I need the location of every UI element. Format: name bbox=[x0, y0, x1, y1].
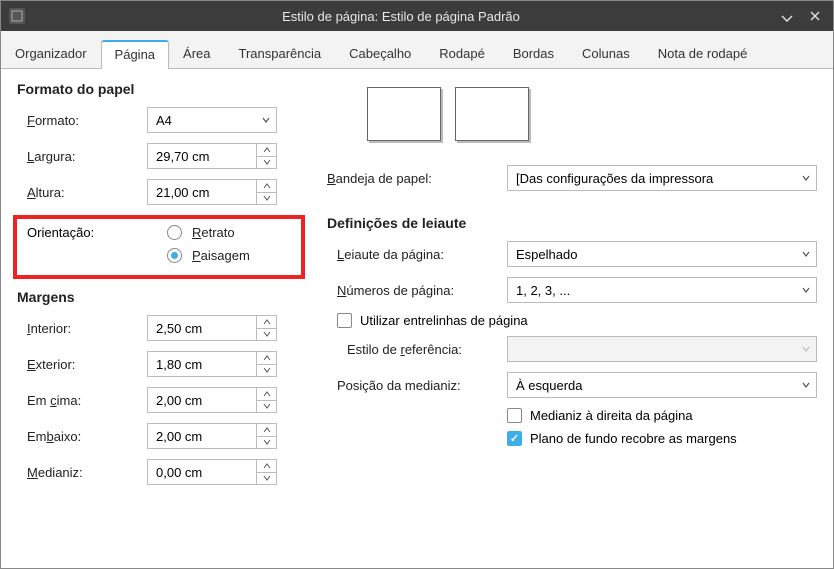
outer-label: Exterior: bbox=[17, 357, 147, 372]
tab-pagina[interactable]: Página bbox=[101, 40, 169, 69]
width-step-down[interactable] bbox=[257, 157, 276, 169]
gutter-label: Medianiz: bbox=[17, 465, 147, 480]
tab-organizador[interactable]: Organizador bbox=[1, 39, 101, 68]
chevron-down-icon bbox=[802, 345, 810, 353]
landscape-radio[interactable] bbox=[167, 248, 182, 263]
tab-nota[interactable]: Nota de rodapé bbox=[644, 39, 762, 68]
app-icon bbox=[9, 8, 25, 24]
gutter-step-up[interactable] bbox=[257, 460, 276, 473]
width-value: 29,70 cm bbox=[156, 149, 209, 164]
tab-bar: Organizador Página Área Transparência Ca… bbox=[1, 31, 833, 69]
window-title: Estilo de página: Estilo de página Padrã… bbox=[33, 9, 769, 24]
top-step-down[interactable] bbox=[257, 401, 276, 413]
top-value: 2,00 cm bbox=[156, 393, 202, 408]
titlebar: Estilo de página: Estilo de página Padrã… bbox=[1, 1, 833, 31]
inner-step-up[interactable] bbox=[257, 316, 276, 329]
tab-colunas[interactable]: Colunas bbox=[568, 39, 644, 68]
bottom-value: 2,00 cm bbox=[156, 429, 202, 444]
outer-step-down[interactable] bbox=[257, 365, 276, 377]
numbers-value: 1, 2, 3, ... bbox=[516, 283, 570, 298]
gutter-pos-select[interactable]: À esquerda bbox=[507, 372, 817, 398]
preview-left-page bbox=[367, 87, 441, 141]
page-preview bbox=[367, 87, 817, 141]
inner-spinner[interactable]: 2,50 cm bbox=[147, 315, 277, 341]
format-value: A4 bbox=[156, 113, 172, 128]
paper-section-title: Formato do papel bbox=[17, 81, 297, 97]
ref-style-label: Estilo de referência: bbox=[327, 342, 507, 357]
gutter-spinner[interactable]: 0,00 cm bbox=[147, 459, 277, 485]
gutter-pos-value: À esquerda bbox=[516, 378, 583, 393]
bottom-label: Embaixo: bbox=[17, 429, 147, 444]
tray-value: [Das configurações da impressora bbox=[516, 171, 713, 186]
page-layout-label: Leiaute da página: bbox=[327, 247, 507, 262]
width-step-up[interactable] bbox=[257, 144, 276, 157]
gutter-right-label[interactable]: Medianiz à direita da página bbox=[530, 408, 693, 423]
top-spinner[interactable]: 2,00 cm bbox=[147, 387, 277, 413]
ref-style-select bbox=[507, 336, 817, 362]
numbers-label: Números de página: bbox=[327, 283, 507, 298]
height-value: 21,00 cm bbox=[156, 185, 209, 200]
format-label: Formato: bbox=[17, 113, 147, 128]
gutter-step-down[interactable] bbox=[257, 473, 276, 485]
height-spinner[interactable]: 21,00 cm bbox=[147, 179, 277, 205]
tab-area[interactable]: Área bbox=[169, 39, 224, 68]
top-label: Em cima: bbox=[17, 393, 147, 408]
height-step-down[interactable] bbox=[257, 193, 276, 205]
outer-step-up[interactable] bbox=[257, 352, 276, 365]
bg-cover-label[interactable]: Plano de fundo recobre as margens bbox=[530, 431, 737, 446]
tab-bordas[interactable]: Bordas bbox=[499, 39, 568, 68]
inner-label: Interior: bbox=[17, 321, 147, 336]
top-step-up[interactable] bbox=[257, 388, 276, 401]
orientation-label: Orientação: bbox=[27, 225, 157, 240]
minimize-button[interactable] bbox=[777, 6, 797, 26]
chevron-down-icon bbox=[802, 286, 810, 294]
width-label: Largura: bbox=[17, 149, 147, 164]
close-button[interactable] bbox=[805, 6, 825, 26]
bottom-step-up[interactable] bbox=[257, 424, 276, 437]
page-layout-select[interactable]: Espelhado bbox=[507, 241, 817, 267]
inner-step-down[interactable] bbox=[257, 329, 276, 341]
format-select[interactable]: A4 bbox=[147, 107, 277, 133]
register-label[interactable]: Utilizar entrelinhas de página bbox=[360, 313, 528, 328]
tab-rodape[interactable]: Rodapé bbox=[425, 39, 499, 68]
register-checkbox[interactable] bbox=[337, 313, 352, 328]
portrait-radio[interactable] bbox=[167, 225, 182, 240]
preview-right-page bbox=[455, 87, 529, 141]
landscape-label[interactable]: Paisagem bbox=[192, 248, 250, 263]
bg-cover-checkbox[interactable] bbox=[507, 431, 522, 446]
chevron-down-icon bbox=[802, 174, 810, 182]
tab-transparencia[interactable]: Transparência bbox=[225, 39, 336, 68]
tab-cabecalho[interactable]: Cabeçalho bbox=[335, 39, 425, 68]
outer-value: 1,80 cm bbox=[156, 357, 202, 372]
orientation-highlight: Orientação: Retrato Paisagem bbox=[13, 215, 305, 279]
portrait-label[interactable]: Retrato bbox=[192, 225, 235, 240]
margins-section-title: Margens bbox=[17, 289, 297, 305]
chevron-down-icon bbox=[802, 250, 810, 258]
chevron-down-icon bbox=[262, 116, 270, 124]
layout-section-title: Definições de leiaute bbox=[327, 215, 817, 231]
gutter-value: 0,00 cm bbox=[156, 465, 202, 480]
outer-spinner[interactable]: 1,80 cm bbox=[147, 351, 277, 377]
tray-select[interactable]: [Das configurações da impressora bbox=[507, 165, 817, 191]
chevron-down-icon bbox=[802, 381, 810, 389]
gutter-pos-label: Posição da medianiz: bbox=[327, 378, 507, 393]
page-layout-value: Espelhado bbox=[516, 247, 577, 262]
bottom-spinner[interactable]: 2,00 cm bbox=[147, 423, 277, 449]
tray-label: Bandeja de papel: bbox=[327, 171, 507, 186]
width-spinner[interactable]: 29,70 cm bbox=[147, 143, 277, 169]
bottom-step-down[interactable] bbox=[257, 437, 276, 449]
gutter-right-checkbox[interactable] bbox=[507, 408, 522, 423]
height-label: Altura: bbox=[17, 185, 147, 200]
numbers-select[interactable]: 1, 2, 3, ... bbox=[507, 277, 817, 303]
inner-value: 2,50 cm bbox=[156, 321, 202, 336]
height-step-up[interactable] bbox=[257, 180, 276, 193]
